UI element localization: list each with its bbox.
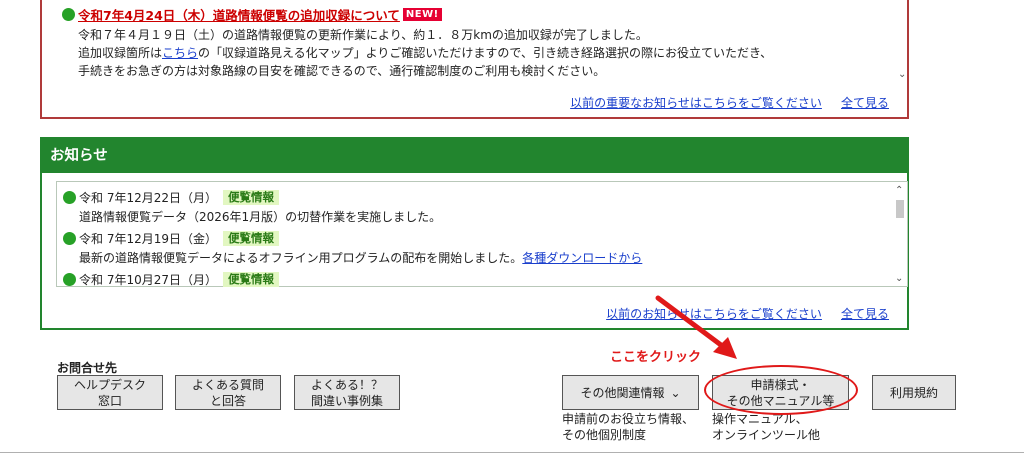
red-arrow-icon xyxy=(655,295,737,359)
divider xyxy=(0,452,1024,453)
